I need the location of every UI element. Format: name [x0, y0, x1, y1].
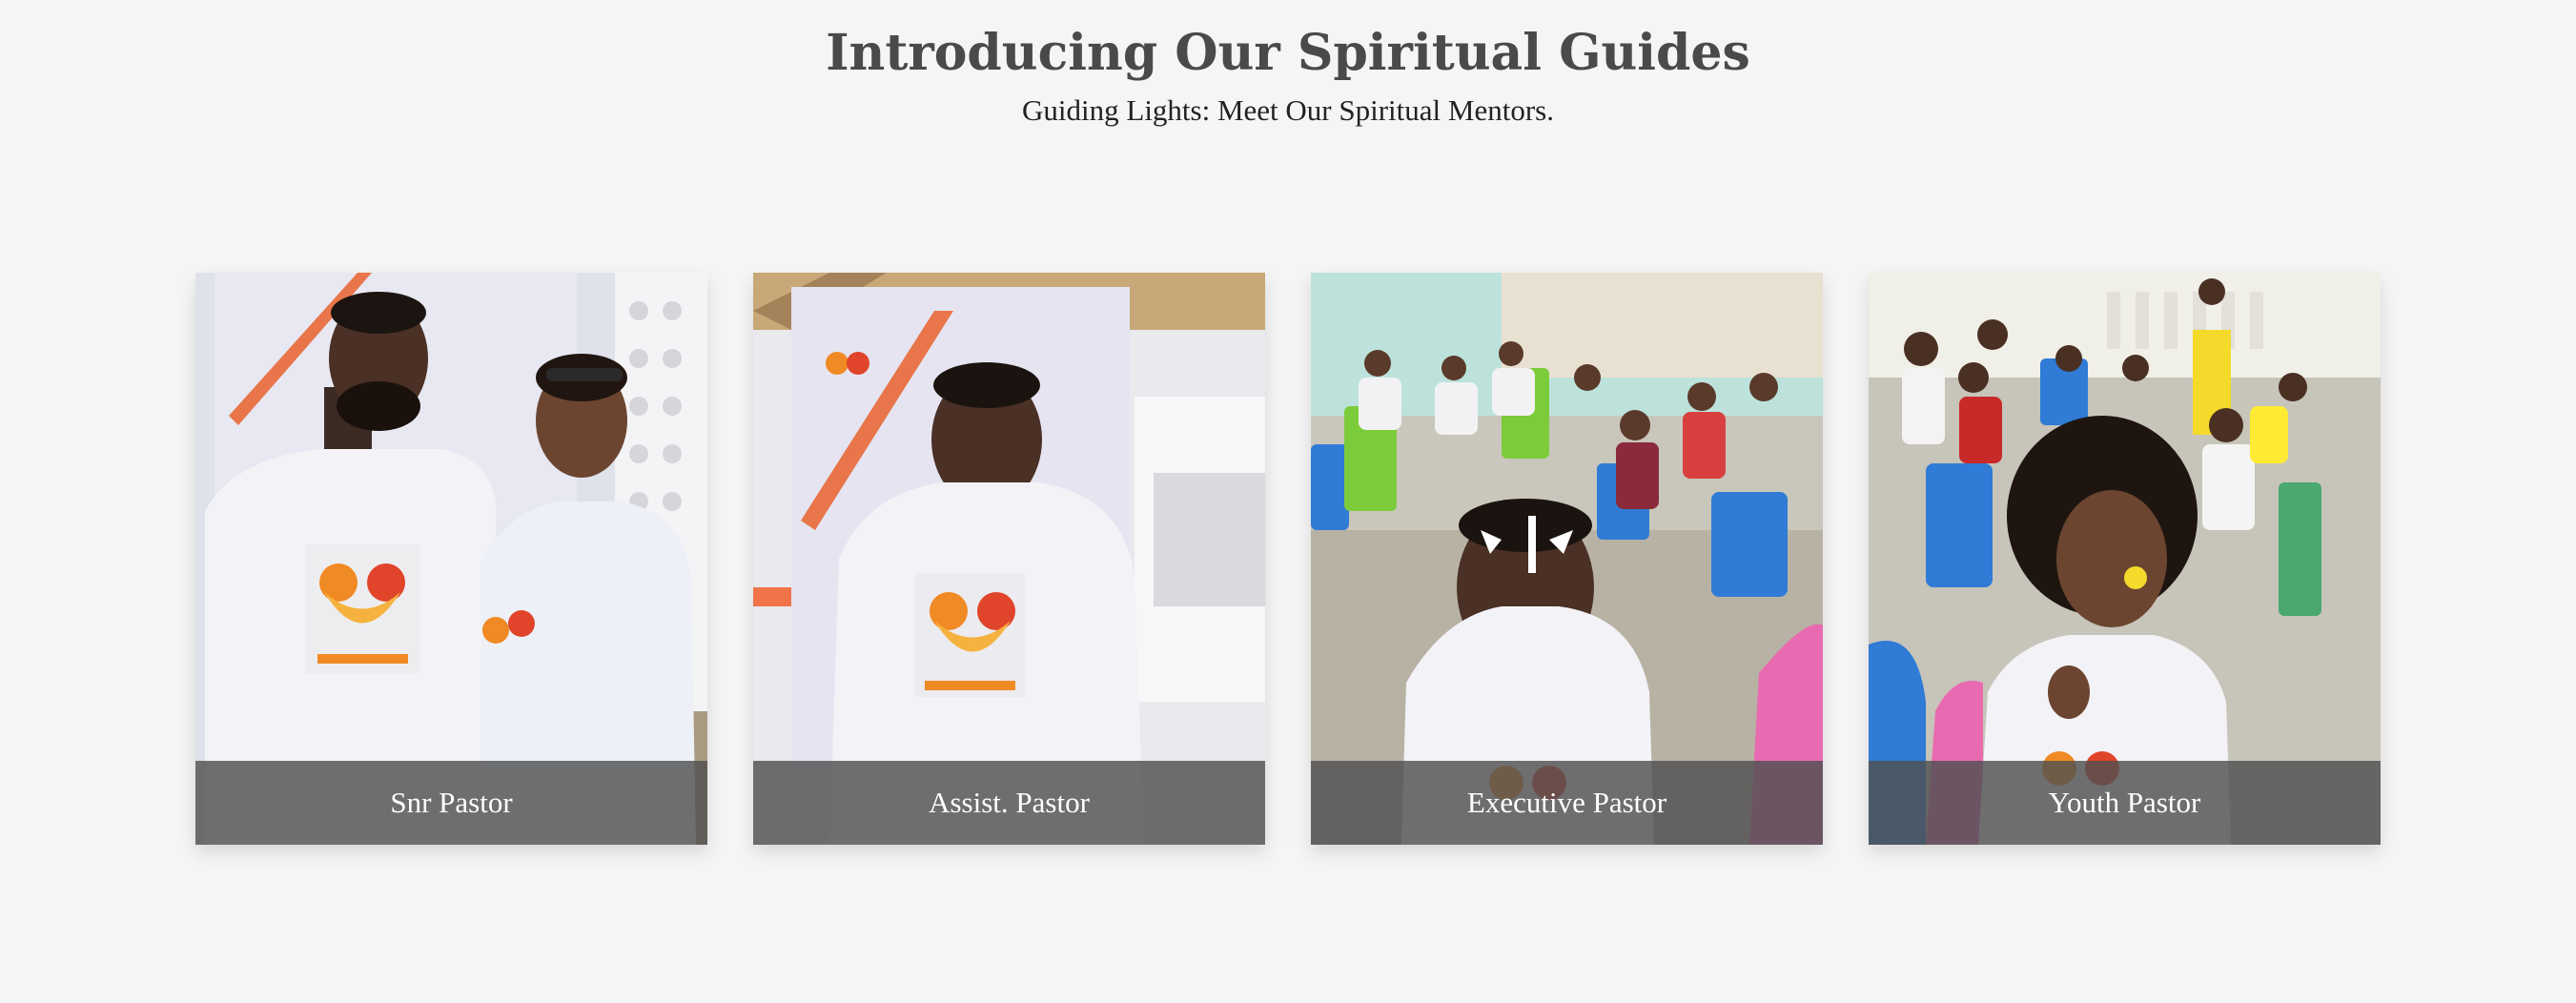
pastor-caption: Youth Pastor: [1869, 761, 2381, 845]
page-title: Introducing Our Spiritual Guides: [826, 24, 1750, 82]
assist-pastor-photo: [753, 273, 1265, 845]
pastor-card-snr[interactable]: Snr Pastor: [195, 273, 707, 845]
pastor-cards: Snr Pastor Assist. Pastor Executive Past…: [195, 273, 2381, 845]
pastor-card-youth[interactable]: Youth Pastor: [1869, 273, 2381, 845]
executive-pastor-photo: [1311, 273, 1823, 845]
pastor-caption: Executive Pastor: [1311, 761, 1823, 845]
snr-pastor-photo: [195, 273, 707, 845]
pastor-caption: Snr Pastor: [195, 761, 707, 845]
pastor-card-assist[interactable]: Assist. Pastor: [753, 273, 1265, 845]
pastor-card-executive[interactable]: Executive Pastor: [1311, 273, 1823, 845]
page-subtitle: Guiding Lights: Meet Our Spiritual Mento…: [1022, 93, 1554, 127]
youth-pastor-photo: [1869, 273, 2381, 845]
pastor-caption: Assist. Pastor: [753, 761, 1265, 845]
